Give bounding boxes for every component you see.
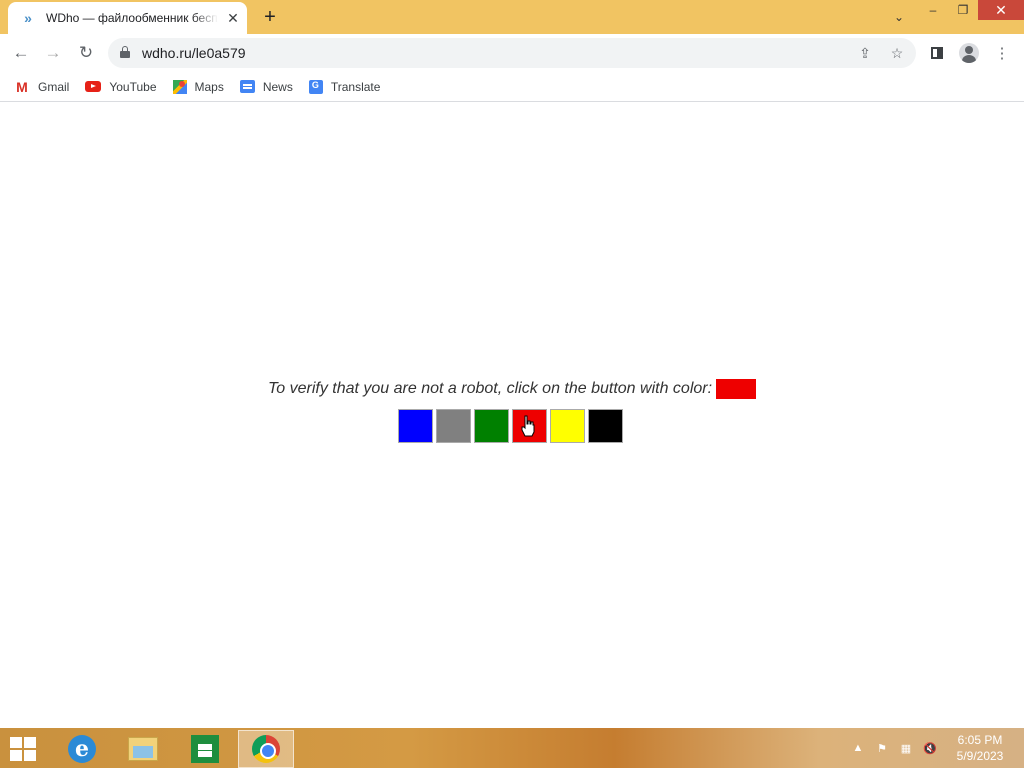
- action-center-flag-icon[interactable]: ⚑: [874, 740, 890, 756]
- browser-titlebar: » WDho — файлообменник бесплатный ✕ + ⌄ …: [0, 0, 1024, 34]
- taskbar-internet-explorer[interactable]: e: [54, 730, 110, 768]
- windows-logo-icon: [10, 737, 22, 748]
- youtube-icon: [85, 81, 102, 92]
- chrome-icon: [252, 735, 280, 763]
- news-icon: [239, 80, 255, 93]
- captcha-prompt: To verify that you are not a robot, clic…: [267, 380, 713, 397]
- bookmark-label: Translate: [330, 79, 381, 94]
- store-icon: [191, 735, 219, 763]
- close-window-button[interactable]: ✕: [978, 0, 1024, 20]
- clock-time: 6:05 PM: [957, 733, 1003, 747]
- volume-muted-icon[interactable]: 🔇: [922, 740, 938, 756]
- translate-icon: [308, 79, 323, 94]
- target-color-swatch: [716, 379, 757, 399]
- hand-cursor-icon: [521, 415, 535, 437]
- bookmark-star-icon[interactable]: ☆: [888, 44, 906, 62]
- color-button-blue[interactable]: [398, 409, 433, 443]
- maps-icon: [172, 79, 187, 94]
- menu-button[interactable]: ⋮: [991, 42, 1013, 64]
- network-icon[interactable]: ▦: [898, 740, 914, 756]
- url-text[interactable]: wdho.ru/le0a579: [142, 45, 246, 61]
- windows-taskbar: e ▲ ⚑ ▦ 🔇 6:05 PM 5/9/2023: [0, 728, 1024, 768]
- new-tab-button[interactable]: +: [259, 6, 281, 28]
- profile-button[interactable]: [958, 42, 980, 64]
- clock[interactable]: 6:05 PM 5/9/2023: [946, 732, 1014, 764]
- minimize-button[interactable]: –: [918, 0, 948, 20]
- color-button-black[interactable]: [588, 409, 623, 443]
- color-button-group: [398, 409, 626, 443]
- color-button-gray[interactable]: [436, 409, 471, 443]
- side-panel-button[interactable]: [926, 42, 948, 64]
- double-chevron-icon: »: [24, 10, 32, 26]
- taskbar-chrome[interactable]: [238, 730, 294, 768]
- reload-button[interactable]: ↻: [74, 41, 98, 65]
- screen: » WDho — файлообменник бесплатный ✕ + ⌄ …: [0, 0, 1024, 768]
- share-icon[interactable]: ⇪: [856, 44, 874, 62]
- avatar: [959, 43, 979, 63]
- bookmark-maps[interactable]: Maps: [172, 79, 224, 94]
- window-controls: – ❐ ✕: [918, 0, 1024, 22]
- restore-button[interactable]: ❐: [948, 0, 978, 20]
- browser-tab[interactable]: » WDho — файлообменник бесплатный ✕: [8, 2, 247, 34]
- forward-button[interactable]: →: [41, 41, 65, 65]
- taskbar-store[interactable]: [177, 730, 233, 768]
- bookmark-label: Gmail: [38, 79, 70, 94]
- bookmark-gmail[interactable]: M Gmail: [14, 78, 70, 95]
- folder-icon: [128, 737, 158, 761]
- bookmark-label: News: [262, 79, 293, 94]
- page-content: To verify that you are not a robot, clic…: [0, 103, 1024, 728]
- back-button[interactable]: ←: [9, 41, 33, 65]
- bookmark-youtube[interactable]: YouTube: [85, 79, 157, 94]
- address-bar[interactable]: wdho.ru/le0a579 ⇪ ☆: [108, 38, 916, 68]
- captcha-prompt-row: To verify that you are not a robot, clic…: [0, 379, 1024, 399]
- tab-title: WDho — файлообменник бесплатный: [46, 11, 218, 25]
- taskbar-file-explorer[interactable]: [115, 730, 171, 768]
- lock-icon[interactable]: [120, 46, 130, 58]
- tray-chevron-icon[interactable]: ▲: [850, 740, 866, 756]
- tab-close-icon[interactable]: ✕: [225, 10, 241, 26]
- browser-toolbar: ← → ↻ wdho.ru/le0a579 ⇪ ☆ ⋮: [0, 34, 1024, 72]
- color-button-green[interactable]: [474, 409, 509, 443]
- bookmark-news[interactable]: News: [239, 79, 293, 94]
- tab-search-icon[interactable]: ⌄: [889, 8, 909, 26]
- bookmark-translate[interactable]: Translate: [308, 79, 381, 94]
- clock-date: 5/9/2023: [956, 749, 1004, 763]
- side-panel-icon: [931, 47, 943, 59]
- bookmarks-bar: M Gmail YouTube Maps News Translate: [0, 72, 1024, 102]
- system-tray: ▲ ⚑ ▦ 🔇 6:05 PM 5/9/2023: [850, 728, 1024, 768]
- gmail-icon: M: [16, 78, 28, 95]
- bookmark-label: Maps: [194, 79, 224, 94]
- ie-icon: e: [68, 735, 96, 763]
- color-button-yellow[interactable]: [550, 409, 585, 443]
- start-button[interactable]: [10, 737, 38, 761]
- bookmark-label: YouTube: [109, 79, 157, 94]
